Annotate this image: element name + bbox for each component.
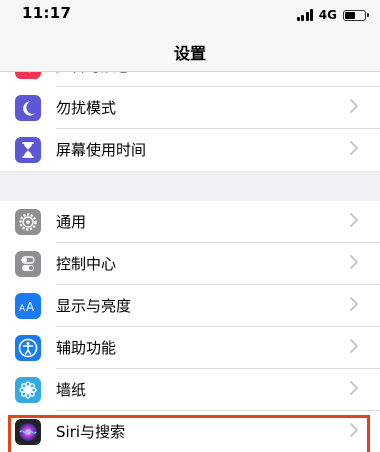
row-label: 显示与亮度	[56, 297, 132, 315]
moon-icon	[15, 95, 41, 121]
chevron-right-icon	[350, 99, 358, 113]
page-title: 设置	[173, 44, 206, 63]
status-time: 11:17	[22, 4, 72, 22]
status-indicators: 4G	[296, 7, 369, 23]
chevron-right-icon	[350, 297, 358, 311]
row-label: 墙纸	[56, 381, 87, 399]
sidebar-item-screen-time[interactable]: 屏幕使用时间	[0, 129, 380, 171]
flower-icon	[15, 377, 41, 403]
toggles-icon	[15, 251, 41, 277]
chevron-right-icon	[350, 339, 358, 353]
gear-icon	[15, 209, 41, 235]
row-label: 勿扰模式	[56, 99, 117, 117]
sidebar-item-control-center[interactable]: 控制中心	[0, 243, 380, 285]
row-label: 屏幕使用时间	[56, 141, 147, 159]
row-label: 通用	[56, 213, 87, 231]
battery-level	[345, 11, 355, 19]
highlight-box	[8, 415, 370, 452]
chevron-right-icon	[350, 381, 358, 395]
status-bar-overlay: 11:17 4G	[0, 0, 380, 30]
row-label: 辅助功能	[56, 339, 117, 357]
sidebar-item-wallpaper[interactable]: 墙纸	[0, 369, 380, 411]
accessibility-icon	[15, 335, 41, 361]
svg-text:A: A	[26, 300, 35, 314]
network-type: 4G	[318, 8, 337, 22]
chevron-right-icon	[350, 141, 358, 155]
sidebar-item-display-brightness[interactable]: AA 显示与亮度	[0, 285, 380, 327]
row-label: 控制中心	[56, 255, 117, 273]
hourglass-icon	[15, 137, 41, 163]
text-size-icon: AA	[15, 293, 41, 319]
nav-bar-overlay: 设置	[0, 30, 380, 72]
sidebar-item-general[interactable]: 通用	[0, 201, 380, 243]
sidebar-item-accessibility[interactable]: 辅助功能	[0, 327, 380, 369]
sidebar-item-do-not-disturb[interactable]: 勿扰模式	[0, 87, 380, 129]
chevron-right-icon	[350, 255, 358, 269]
svg-text:A: A	[19, 304, 26, 314]
battery-icon	[343, 9, 369, 21]
cellular-signal-icon	[296, 9, 315, 21]
chevron-right-icon	[350, 213, 358, 227]
